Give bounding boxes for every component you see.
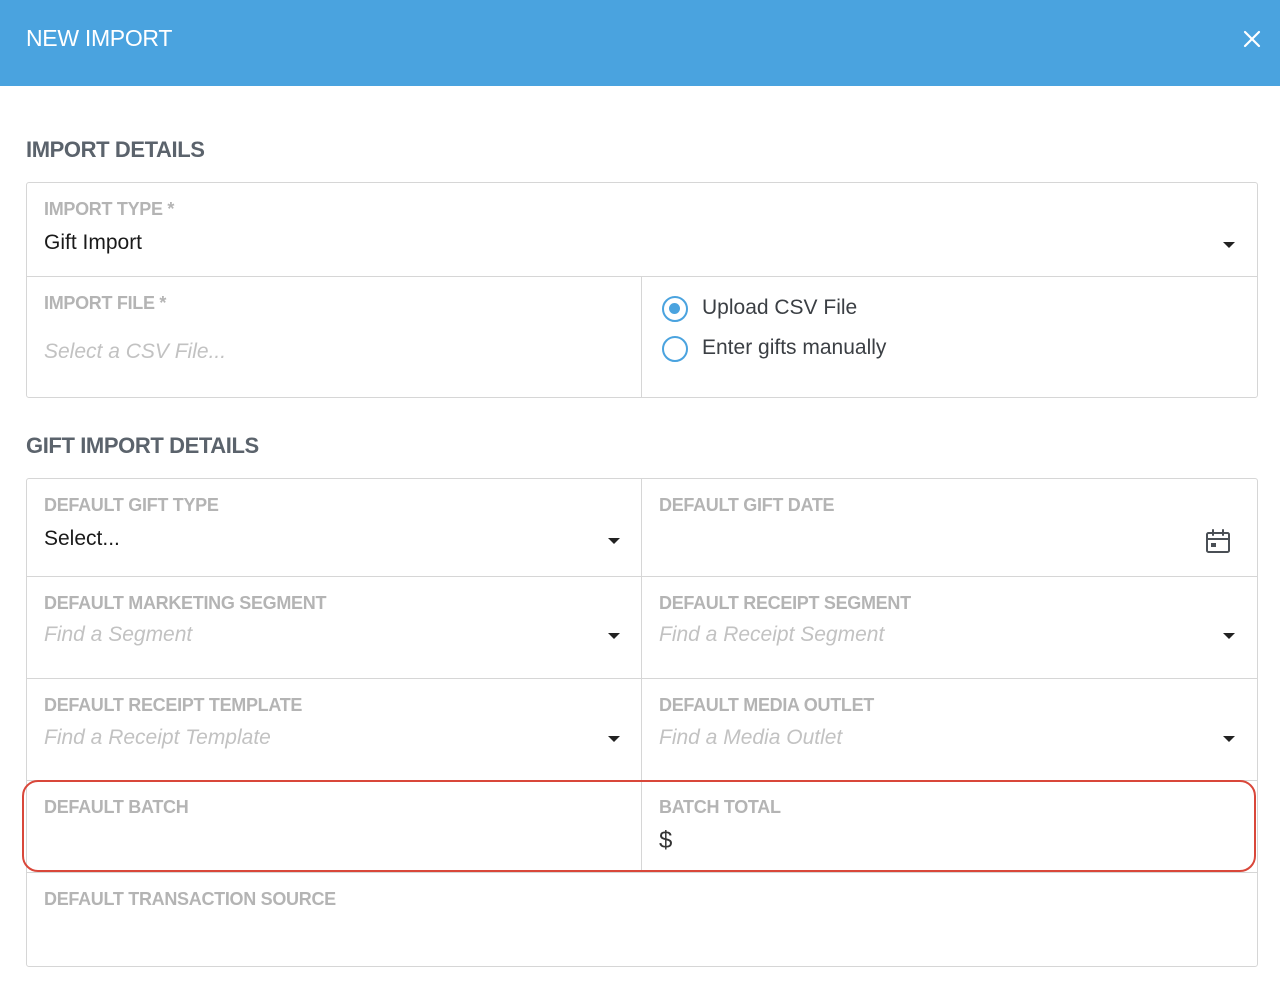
- default-receipt-template-label: DEFAULT RECEIPT TEMPLATE: [44, 695, 303, 715]
- media-outlet-input[interactable]: Find a Media Outlet: [659, 726, 842, 750]
- close-button[interactable]: [1236, 23, 1268, 55]
- default-gift-type-select[interactable]: Select...: [44, 527, 120, 551]
- marketing-segment-input[interactable]: Find a Segment: [44, 623, 192, 647]
- upload-csv-label[interactable]: Upload CSV File: [702, 296, 857, 320]
- chevron-down-icon[interactable]: [1223, 633, 1235, 639]
- radio-checked-icon[interactable]: [662, 296, 688, 322]
- modal-header: NEW IMPORT: [0, 0, 1280, 86]
- gift-import-details-panel: DEFAULT GIFT TYPE Select... DEFAULT GIFT…: [26, 478, 1258, 967]
- chevron-down-icon[interactable]: [608, 633, 620, 639]
- chevron-down-icon[interactable]: [608, 538, 620, 544]
- default-transaction-source-field[interactable]: DEFAULT TRANSACTION SOURCE: [27, 873, 1257, 966]
- default-gift-date-label: DEFAULT GIFT DATE: [659, 495, 835, 515]
- receipt-template-input[interactable]: Find a Receipt Template: [44, 726, 271, 750]
- default-gift-date-field[interactable]: DEFAULT GIFT DATE: [642, 479, 1257, 576]
- modal-title: NEW IMPORT: [26, 25, 173, 51]
- chevron-down-icon[interactable]: [1223, 736, 1235, 742]
- default-marketing-segment-field[interactable]: DEFAULT MARKETING SEGMENT Find a Segment: [27, 577, 641, 678]
- import-details-panel: IMPORT TYPE * Gift Import IMPORT FILE * …: [26, 182, 1258, 398]
- default-marketing-segment-label: DEFAULT MARKETING SEGMENT: [44, 593, 327, 613]
- default-transaction-source-label: DEFAULT TRANSACTION SOURCE: [44, 889, 336, 909]
- import-type-label: IMPORT TYPE *: [44, 199, 175, 219]
- default-media-outlet-field[interactable]: DEFAULT MEDIA OUTLET Find a Media Outlet: [642, 679, 1257, 780]
- import-type-value[interactable]: Gift Import: [44, 231, 142, 255]
- currency-symbol: $: [659, 827, 673, 854]
- default-media-outlet-label: DEFAULT MEDIA OUTLET: [659, 695, 874, 715]
- close-icon: [1243, 30, 1261, 48]
- import-type-field[interactable]: IMPORT TYPE * Gift Import: [27, 183, 1257, 276]
- calendar-icon[interactable]: [1205, 528, 1231, 554]
- radio-unchecked-icon[interactable]: [662, 336, 688, 362]
- import-file-field[interactable]: IMPORT FILE * Select a CSV File...: [27, 277, 641, 397]
- default-batch-label: DEFAULT BATCH: [44, 797, 189, 817]
- receipt-segment-input[interactable]: Find a Receipt Segment: [659, 623, 884, 647]
- enter-manually-label[interactable]: Enter gifts manually: [702, 336, 886, 360]
- default-gift-type-label: DEFAULT GIFT TYPE: [44, 495, 219, 515]
- import-source-options: Upload CSV File Enter gifts manually: [642, 277, 1257, 397]
- chevron-down-icon[interactable]: [1223, 242, 1235, 248]
- default-receipt-segment-label: DEFAULT RECEIPT SEGMENT: [659, 593, 911, 613]
- default-receipt-template-field[interactable]: DEFAULT RECEIPT TEMPLATE Find a Receipt …: [27, 679, 641, 780]
- default-gift-type-field[interactable]: DEFAULT GIFT TYPE Select...: [27, 479, 641, 576]
- default-batch-field[interactable]: DEFAULT BATCH: [27, 781, 641, 872]
- default-receipt-segment-field[interactable]: DEFAULT RECEIPT SEGMENT Find a Receipt S…: [642, 577, 1257, 678]
- batch-total-label: BATCH TOTAL: [659, 797, 781, 817]
- batch-total-field[interactable]: BATCH TOTAL $: [642, 781, 1257, 872]
- import-file-input[interactable]: Select a CSV File...: [44, 340, 226, 364]
- chevron-down-icon[interactable]: [608, 736, 620, 742]
- gift-import-details-heading: GIFT IMPORT DETAILS: [26, 433, 259, 458]
- import-file-label: IMPORT FILE *: [44, 293, 167, 313]
- import-details-heading: IMPORT DETAILS: [26, 137, 205, 162]
